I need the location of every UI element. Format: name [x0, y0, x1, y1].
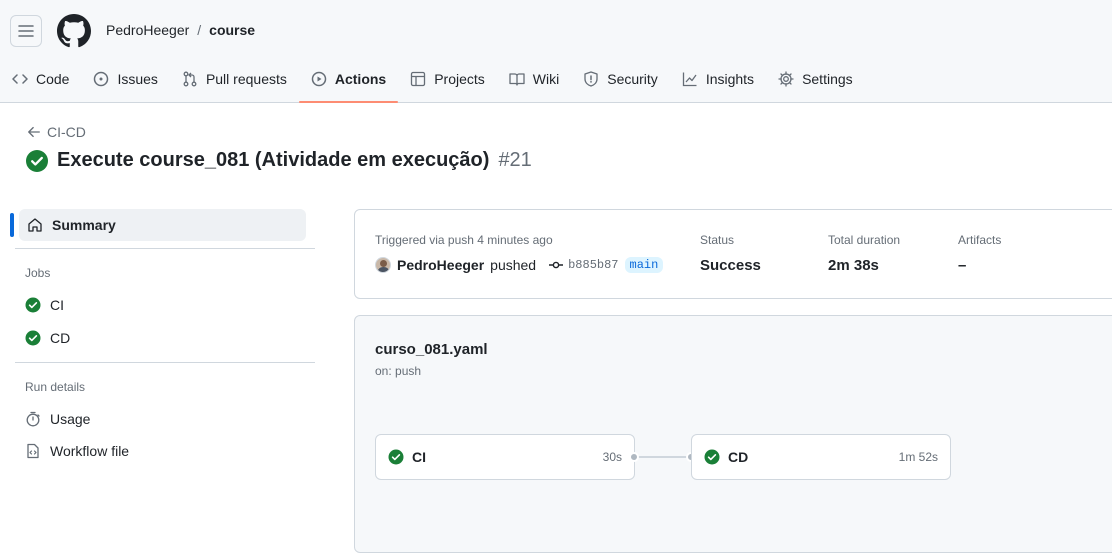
job-name: CI: [412, 449, 426, 465]
run-summary-card: Triggered via push 4 minutes ago PedroHe…: [354, 209, 1112, 299]
job-connector: [635, 456, 691, 458]
repo-nav-tabs: Code Issues Pull requests Actions Projec…: [0, 60, 865, 103]
job-duration: 1m 52s: [898, 450, 938, 464]
divider: [15, 248, 315, 249]
divider: [15, 362, 315, 363]
repo-header: PedroHeeger / course Code Issues Pull re…: [0, 0, 1112, 103]
repo-name-link[interactable]: course: [209, 22, 255, 38]
tab-insights[interactable]: Insights: [670, 60, 766, 98]
tab-pull-requests[interactable]: Pull requests: [170, 60, 299, 98]
stopwatch-icon: [26, 411, 40, 427]
pull-request-icon: [183, 71, 197, 87]
run-number: #21: [498, 149, 532, 171]
tab-settings[interactable]: Settings: [766, 60, 865, 98]
sidebar-item-label: CD: [50, 330, 71, 346]
tab-label: Code: [36, 71, 70, 87]
run-details-heading: Run details: [25, 380, 86, 394]
tab-security[interactable]: Security: [571, 60, 670, 98]
job-node-cd[interactable]: CD 1m 52s: [691, 434, 951, 480]
workflow-trigger: on: push: [375, 364, 422, 378]
active-indicator: [10, 213, 14, 237]
connector-dot: [629, 452, 639, 462]
status-label: Status: [700, 233, 735, 247]
commit-sha: b885b87: [568, 258, 619, 272]
page-title: Execute course_081 (Atividade em execuçã…: [26, 149, 532, 172]
back-to-workflow-link[interactable]: CI-CD: [27, 124, 86, 140]
shield-icon: [584, 71, 598, 87]
tab-label: Insights: [705, 71, 755, 87]
tab-label: Pull requests: [205, 71, 287, 87]
jobs-heading: Jobs: [25, 266, 51, 280]
repo-owner-link[interactable]: PedroHeeger: [106, 22, 189, 38]
arrow-left-icon: [28, 126, 40, 138]
run-title-text: Execute course_081 (Atividade em execuçã…: [57, 149, 490, 171]
table-icon: [411, 71, 426, 87]
check-circle-icon: [26, 149, 48, 172]
menu-button[interactable]: [10, 15, 42, 47]
tab-label: Projects: [434, 71, 485, 87]
sidebar-item-summary[interactable]: Summary: [19, 209, 306, 241]
tab-label: Wiki: [532, 71, 560, 87]
workflow-graph-card: curso_081.yaml on: push CI 30s CD 1m 52s: [354, 315, 1112, 553]
check-circle-icon: [704, 449, 720, 465]
back-link-label: CI-CD: [47, 124, 86, 140]
workflow-file-name: curso_081.yaml: [375, 341, 488, 358]
hamburger-icon: [18, 25, 34, 37]
tab-label: Actions: [334, 71, 387, 87]
check-circle-icon: [25, 297, 41, 313]
sidebar-item-label: CI: [50, 297, 64, 313]
job-name: CD: [728, 449, 749, 465]
duration-label: Total duration: [828, 233, 901, 247]
file-code-icon: [27, 443, 39, 459]
status-value: Success: [700, 257, 761, 274]
breadcrumb: PedroHeeger / course: [106, 22, 255, 38]
tab-projects[interactable]: Projects: [398, 60, 497, 98]
check-circle-icon: [388, 449, 404, 465]
commit-link[interactable]: b885b87: [548, 257, 619, 273]
pusher-link[interactable]: PedroHeeger: [397, 257, 484, 273]
avatar[interactable]: [375, 257, 391, 273]
gear-icon: [778, 71, 794, 87]
check-circle-icon: [25, 330, 41, 346]
sidebar-item-job-cd[interactable]: CD: [25, 330, 70, 346]
sidebar-item-label: Summary: [52, 217, 116, 233]
play-icon: [311, 71, 327, 87]
book-icon: [509, 73, 525, 86]
tab-label: Settings: [802, 71, 853, 87]
job-node-ci[interactable]: CI 30s: [375, 434, 635, 480]
duration-value: 2m 38s: [828, 257, 879, 274]
sidebar-item-label: Workflow file: [50, 443, 130, 459]
breadcrumb-separator: /: [197, 22, 202, 38]
tab-label: Issues: [117, 71, 158, 87]
job-duration: 30s: [602, 450, 622, 464]
tab-actions[interactable]: Actions: [298, 60, 399, 103]
artifacts-value: –: [958, 257, 967, 274]
sidebar-item-label: Usage: [50, 411, 91, 427]
push-action: pushed: [490, 257, 537, 273]
tab-wiki[interactable]: Wiki: [497, 60, 571, 98]
issue-icon: [94, 71, 109, 87]
tab-code[interactable]: Code: [0, 60, 81, 98]
code-icon: [12, 74, 28, 84]
git-commit-icon: [549, 261, 564, 269]
home-icon: [28, 218, 42, 232]
tab-issues[interactable]: Issues: [81, 60, 169, 98]
sidebar-item-job-ci[interactable]: CI: [25, 297, 64, 313]
trigger-label: Triggered via push 4 minutes ago: [375, 233, 553, 247]
trigger-details: PedroHeeger pushed b885b87 main: [375, 257, 664, 273]
branch-badge[interactable]: main: [624, 257, 664, 273]
github-logo-icon[interactable]: [57, 14, 91, 48]
artifacts-label: Artifacts: [958, 233, 1002, 247]
graph-icon: [682, 72, 697, 87]
sidebar-item-workflow-file[interactable]: Workflow file: [25, 443, 129, 459]
sidebar-item-usage[interactable]: Usage: [25, 411, 90, 427]
tab-label: Security: [607, 71, 658, 87]
